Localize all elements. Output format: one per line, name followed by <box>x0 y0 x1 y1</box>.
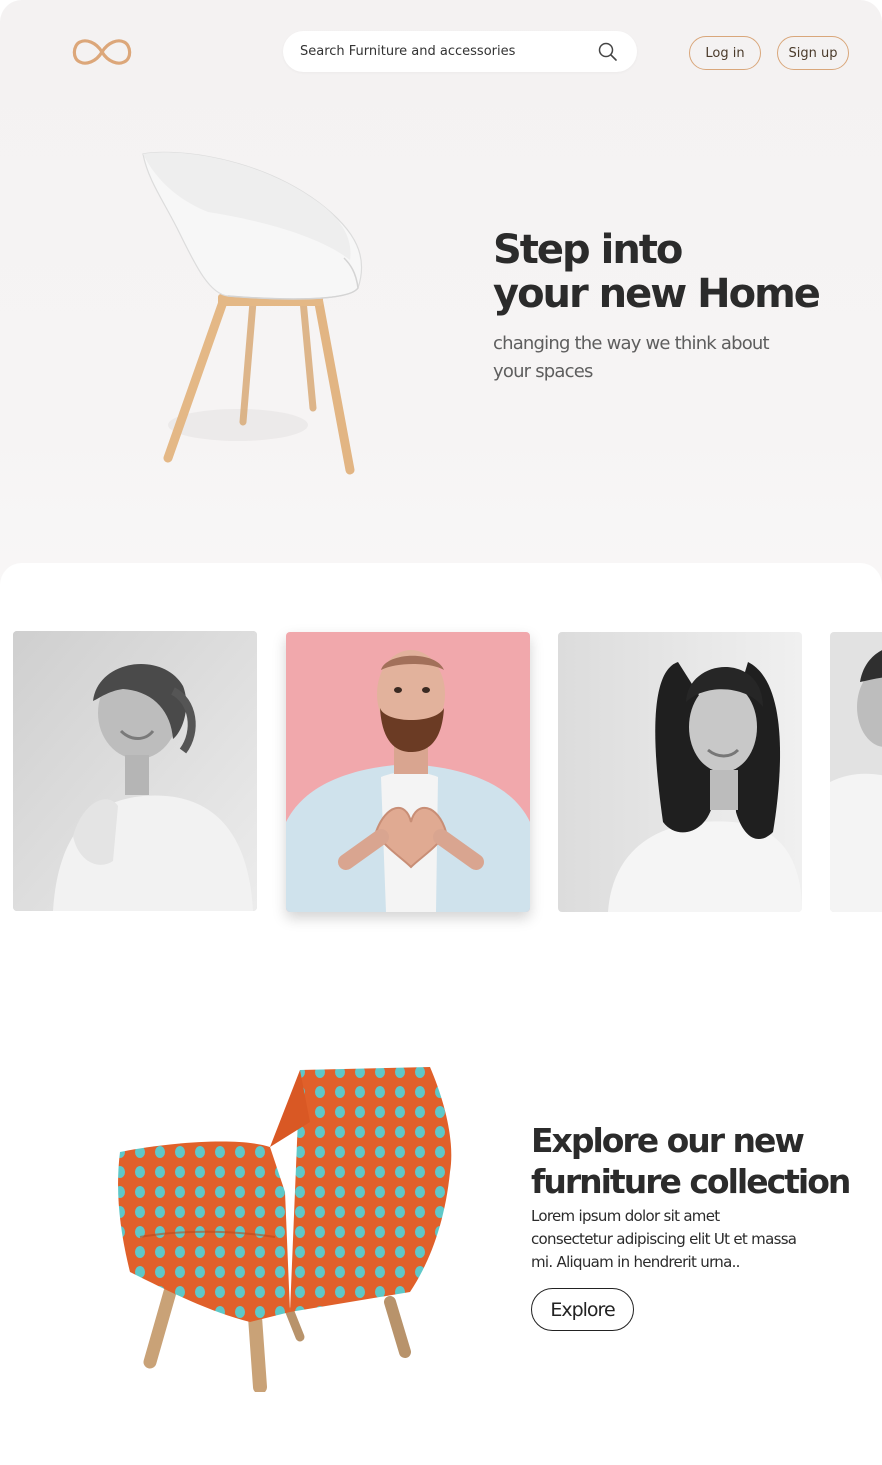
explore-button[interactable]: Explore <box>531 1288 634 1331</box>
infinity-logo-icon[interactable] <box>68 34 136 70</box>
partial-man-photo <box>830 632 882 912</box>
promo-title: Explore our new furniture collection <box>531 1120 851 1202</box>
promo-title-line2: furniture collection <box>531 1162 851 1201</box>
hero-section: Log in Sign up Step into your new Home c… <box>0 0 882 600</box>
testimonial-card-4[interactable] <box>830 632 882 912</box>
laughing-woman-photo <box>13 631 257 911</box>
search-input[interactable] <box>300 31 590 72</box>
hero-title-line1: Step into <box>493 227 683 273</box>
search-icon[interactable] <box>597 41 619 63</box>
login-button[interactable]: Log in <box>689 36 761 70</box>
smiling-woman-photo <box>558 632 802 912</box>
signup-button[interactable]: Sign up <box>777 36 849 70</box>
orange-polka-dot-armchair-image <box>118 1067 452 1392</box>
promo-title-line1: Explore our new <box>531 1121 805 1160</box>
promo-body: Lorem ipsum dolor sit amet consectetur a… <box>531 1207 797 1271</box>
testimonial-card-2[interactable] <box>286 632 530 912</box>
search-bar[interactable] <box>283 31 637 72</box>
testimonial-card-3[interactable] <box>558 632 802 912</box>
hero-subtitle: changing the way we think about your spa… <box>493 333 770 382</box>
white-chair-image <box>142 151 363 475</box>
testimonial-card-1[interactable] <box>13 631 257 911</box>
hero-title: Step into your new Home <box>493 228 833 316</box>
page: Log in Sign up Step into your new Home c… <box>0 0 882 1465</box>
hero-title-line2: your new Home <box>493 271 821 317</box>
man-heart-hands-photo <box>286 632 530 912</box>
